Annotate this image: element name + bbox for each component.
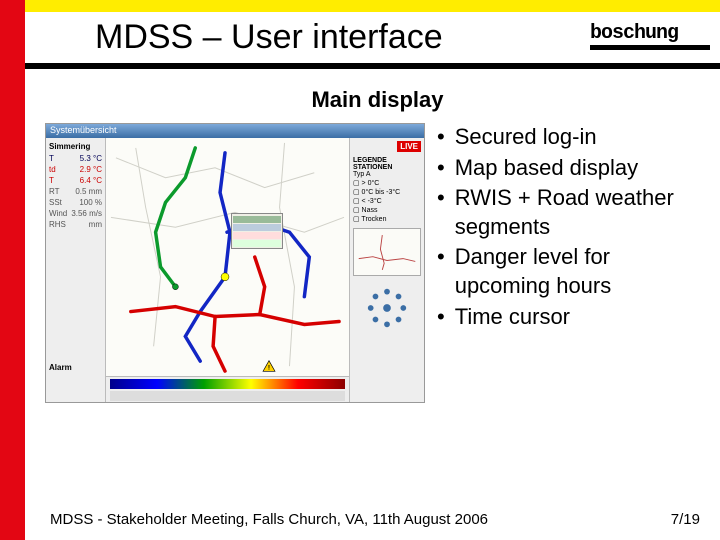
bullet-item: RWIS + Road weather segments (437, 184, 710, 241)
left-panel: Simmering T5.3 °C td2.9 °C T6.4 °C RT0.5 mm… (46, 138, 106, 402)
bullet-item: Time cursor (437, 303, 710, 332)
warning-icon: ! (262, 360, 276, 372)
bullet-item: Map based display (437, 154, 710, 183)
legend-item: ▢ < -3°C (353, 197, 421, 205)
legend-item: ▢ Trocken (353, 215, 421, 223)
brand-logo: boschung (590, 25, 710, 50)
data-popup (231, 213, 283, 249)
reading-row: Wind3.56 m/s (49, 209, 102, 218)
bullet-item: Danger level for upcoming hours (437, 243, 710, 300)
time-cursor[interactable] (110, 391, 345, 401)
alarm-label: Alarm (49, 363, 72, 372)
compass-widget (353, 280, 421, 335)
right-panel: LIVE LEGENDE STATIONEN Typ A ▢ > 0°C▢ 0°… (349, 138, 424, 402)
app-screenshot: Systemübersicht Simmering T5.3 °C td2.9 °… (45, 123, 425, 403)
reading-row: T5.3 °C (49, 154, 102, 163)
minimap (353, 228, 421, 276)
bullet-item: Secured log-in (437, 123, 710, 152)
station-name: Simmering (49, 142, 102, 151)
slide-title: MDSS – User interface (25, 18, 590, 57)
reading-row: T6.4 °C (49, 176, 102, 185)
reading-row: td2.9 °C (49, 165, 102, 174)
footer-text: MDSS - Stakeholder Meeting, Falls Church… (50, 511, 488, 528)
map-area: ! (106, 138, 349, 402)
legend-item: ▢ Nass (353, 206, 421, 214)
bullet-list: Secured log-inMap based displayRWIS + Ro… (437, 123, 710, 403)
page-number: 7/19 (671, 511, 700, 528)
color-scale (110, 379, 345, 389)
legend-subtitle: Typ A (353, 171, 421, 178)
reading-row: RT0.5 mm (49, 187, 102, 196)
legend-item: ▢ 0°C bis -3°C (353, 188, 421, 196)
window-titlebar: Systemübersicht (46, 124, 424, 138)
subtitle: Main display (45, 87, 710, 113)
reading-row: RHSmm (49, 220, 102, 229)
reading-row: SSt100 % (49, 198, 102, 207)
legend-item: ▢ > 0°C (353, 179, 421, 187)
bottom-bar (106, 376, 349, 402)
legend-title: LEGENDE STATIONEN (353, 157, 421, 171)
live-badge: LIVE (397, 141, 421, 152)
road-map (106, 138, 349, 376)
svg-text:!: ! (268, 364, 270, 371)
